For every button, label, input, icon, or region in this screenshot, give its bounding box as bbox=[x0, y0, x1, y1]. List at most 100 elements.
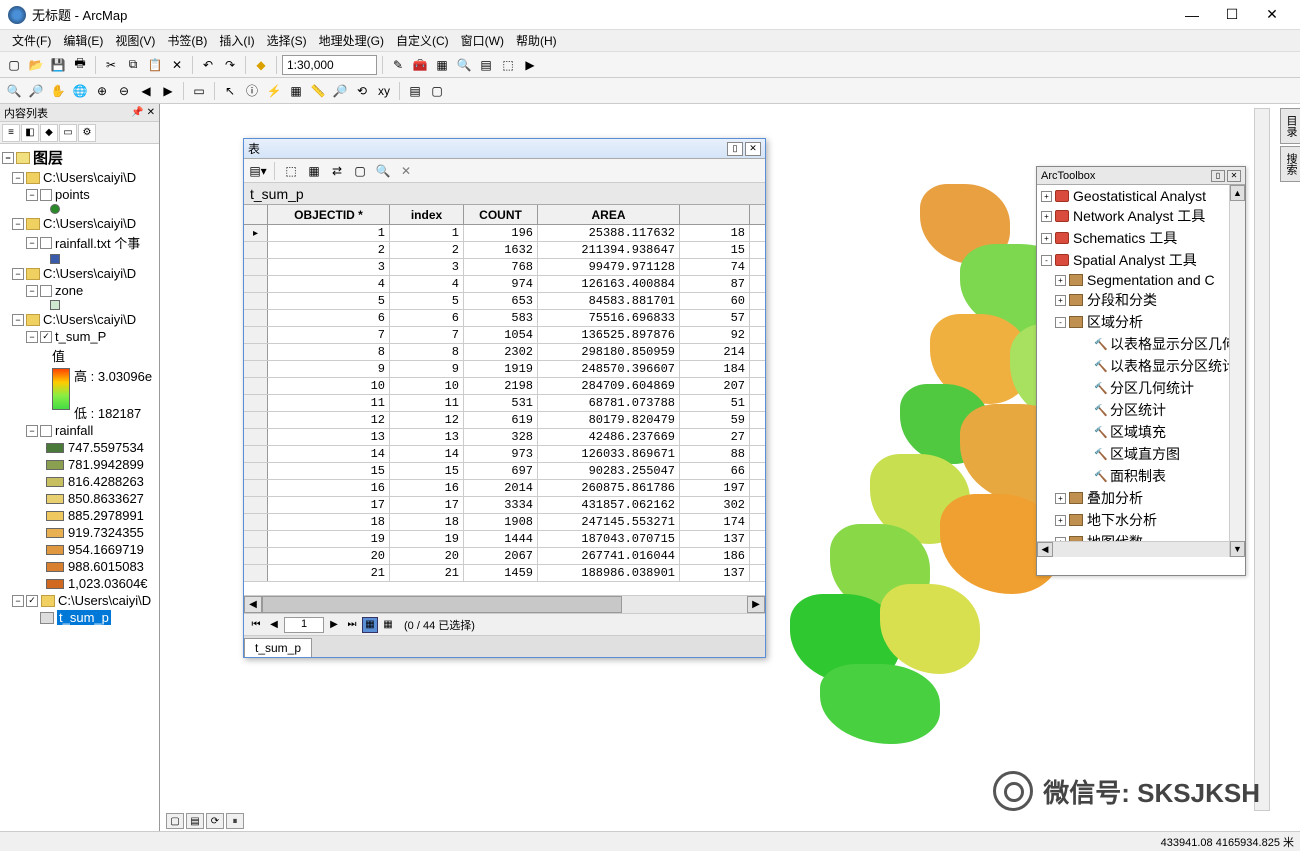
save-icon[interactable]: 💾 bbox=[48, 55, 68, 75]
arctoolbox-vscroll[interactable]: ▲ ▼ bbox=[1229, 185, 1245, 557]
fixed-zoomin-icon[interactable]: ⊕ bbox=[92, 81, 112, 101]
map-vscroll[interactable] bbox=[1254, 108, 1270, 811]
nav-showall-icon[interactable]: ▦ bbox=[362, 617, 378, 633]
toc-item[interactable]: −rainfall.txt 个事 bbox=[2, 232, 157, 253]
table-row[interactable]: 882302298180.850959214 bbox=[244, 344, 765, 361]
toolbox-node[interactable]: 🔨区域填充 bbox=[1039, 421, 1243, 443]
table-grid[interactable]: OBJECTID * index COUNT AREA ▸1119625388.… bbox=[244, 205, 765, 595]
hscroll-left-icon[interactable]: ◀ bbox=[244, 596, 262, 613]
measure-icon[interactable]: 📏 bbox=[308, 81, 328, 101]
modelbuilder-icon[interactable]: ⬚ bbox=[498, 55, 518, 75]
menu-item[interactable]: 自定义(C) bbox=[390, 30, 455, 51]
table-hscroll[interactable]: ◀ ▶ bbox=[244, 595, 765, 613]
nav-page-input[interactable]: 1 bbox=[284, 617, 324, 633]
toc-item[interactable]: −✓C:\Users\caiyi\D bbox=[2, 592, 157, 609]
search-icon[interactable]: 🔍 bbox=[454, 55, 474, 75]
identify-icon[interactable]: ⓘ bbox=[242, 81, 262, 101]
table-row[interactable]: 1414973126033.86967188 bbox=[244, 446, 765, 463]
toc-item[interactable]: 954.1669719 bbox=[2, 541, 157, 558]
new-icon[interactable]: ▢ bbox=[4, 55, 24, 75]
redo-icon[interactable]: ↷ bbox=[220, 55, 240, 75]
minimize-button[interactable]: — bbox=[1172, 1, 1212, 29]
hscroll-right-icon[interactable]: ▶ bbox=[747, 596, 765, 613]
col-area[interactable]: AREA bbox=[538, 205, 680, 224]
toc-tab-options[interactable]: ⚙ bbox=[78, 124, 96, 142]
table-row[interactable]: 20202067267741.016044186 bbox=[244, 548, 765, 565]
toolbox-node[interactable]: +Network Analyst 工具 bbox=[1039, 205, 1243, 227]
paste-icon[interactable]: 📋 bbox=[145, 55, 165, 75]
table-zoomsel-icon[interactable]: 🔍 bbox=[373, 161, 393, 181]
table-row[interactable]: 6658375516.69683357 bbox=[244, 310, 765, 327]
scale-input[interactable]: 1:30,000 bbox=[282, 55, 377, 75]
python-icon[interactable]: ▤ bbox=[476, 55, 496, 75]
toc-tree[interactable]: −图层−C:\Users\caiyi\D−points−C:\Users\cai… bbox=[0, 144, 159, 831]
table-row[interactable]: 3376899479.97112874 bbox=[244, 259, 765, 276]
toc-tab-visibility[interactable]: ◆ bbox=[40, 124, 58, 142]
pin-icon[interactable]: 📌 ✕ bbox=[131, 107, 155, 118]
table-titlebar[interactable]: 表 ▯ ✕ bbox=[244, 139, 765, 159]
next-extent-icon[interactable]: ▶ bbox=[158, 81, 178, 101]
prev-extent-icon[interactable]: ◀ bbox=[136, 81, 156, 101]
fixed-zoomout-icon[interactable]: ⊖ bbox=[114, 81, 134, 101]
nav-last-icon[interactable]: ⏭ bbox=[344, 617, 360, 633]
nav-first-icon[interactable]: ⏮ bbox=[248, 617, 264, 633]
nav-prev-icon[interactable]: ◀ bbox=[266, 617, 282, 633]
toc-item[interactable]: 816.4288263 bbox=[2, 473, 157, 490]
table-related-icon[interactable]: ⬚ bbox=[281, 161, 301, 181]
toc-item[interactable] bbox=[2, 253, 157, 265]
zoom-in-icon[interactable]: 🔍 bbox=[4, 81, 24, 101]
print-icon[interactable]: 🖶 bbox=[70, 55, 90, 75]
table-restore-icon[interactable]: ▯ bbox=[727, 142, 743, 156]
refresh-icon[interactable]: ⟳ bbox=[206, 813, 224, 829]
toolbox-node[interactable]: 🔨分区统计 bbox=[1039, 399, 1243, 421]
table-row[interactable]: 19191444187043.070715137 bbox=[244, 531, 765, 548]
table-tab-tsump[interactable]: t_sum_p bbox=[244, 638, 312, 657]
table-row[interactable]: 5565384583.88170160 bbox=[244, 293, 765, 310]
pan-icon[interactable]: ✋ bbox=[48, 81, 68, 101]
find-icon[interactable]: 🔎 bbox=[330, 81, 350, 101]
table-selectbyattr-icon[interactable]: ▦ bbox=[304, 161, 324, 181]
toolbox-node[interactable]: 🔨分区几何统计 bbox=[1039, 377, 1243, 399]
toolbox-node[interactable]: +Geostatistical Analyst bbox=[1039, 187, 1243, 205]
toc-item[interactable] bbox=[2, 203, 157, 215]
menu-item[interactable]: 视图(V) bbox=[109, 30, 161, 51]
editor-toolbar-icon[interactable]: ✎ bbox=[388, 55, 408, 75]
toc-item[interactable]: −rainfall bbox=[2, 422, 157, 439]
toc-item[interactable] bbox=[2, 299, 157, 311]
toolbox-node[interactable]: +叠加分析 bbox=[1039, 487, 1243, 509]
toc-item[interactable]: 850.8633627 bbox=[2, 490, 157, 507]
toc-item[interactable]: −points bbox=[2, 186, 157, 203]
toc-item[interactable]: 1,023.03604€ bbox=[2, 575, 157, 592]
toolbox-icon[interactable]: 🧰 bbox=[410, 55, 430, 75]
vscroll-down-icon[interactable]: ▼ bbox=[1230, 541, 1245, 557]
toc-tab-selection[interactable]: ▭ bbox=[59, 124, 77, 142]
table-row[interactable]: 17173334431857.062162302 bbox=[244, 497, 765, 514]
arctoolbox-restore-icon[interactable]: ▯ bbox=[1211, 170, 1225, 182]
col-count[interactable]: COUNT bbox=[464, 205, 538, 224]
table-row[interactable]: 111153168781.07378851 bbox=[244, 395, 765, 412]
toc-item[interactable]: 值 bbox=[2, 345, 157, 366]
toolbox-node[interactable]: 🔨以表格显示分区几何 bbox=[1039, 333, 1243, 355]
maximize-button[interactable]: ☐ bbox=[1212, 1, 1252, 29]
table-row[interactable]: 771054136525.89787692 bbox=[244, 327, 765, 344]
toc-item[interactable]: 781.9942899 bbox=[2, 456, 157, 473]
viewer-icon[interactable]: ▢ bbox=[427, 81, 447, 101]
delete-icon[interactable]: ✕ bbox=[167, 55, 187, 75]
arctoolbox-hscroll[interactable]: ◀ ▶ bbox=[1037, 541, 1245, 557]
layout-view-tab[interactable]: ▤ bbox=[186, 813, 204, 829]
undo-icon[interactable]: ↶ bbox=[198, 55, 218, 75]
toc-item[interactable]: 747.5597534 bbox=[2, 439, 157, 456]
menu-item[interactable]: 地理处理(G) bbox=[313, 30, 390, 51]
table-row[interactable]: 131332842486.23766927 bbox=[244, 429, 765, 446]
hyperlink-icon[interactable]: ⚡ bbox=[264, 81, 284, 101]
table-row[interactable]: 21211459188986.038901137 bbox=[244, 565, 765, 582]
full-extent-icon[interactable]: 🌐 bbox=[70, 81, 90, 101]
table-row[interactable]: ▸1119625388.11763218 bbox=[244, 225, 765, 242]
table-row[interactable]: 121261980179.82047959 bbox=[244, 412, 765, 429]
timeslider-icon[interactable]: ▶ bbox=[520, 55, 540, 75]
table-row[interactable]: 151569790283.25504766 bbox=[244, 463, 765, 480]
table-clearsel-icon[interactable]: ▢ bbox=[350, 161, 370, 181]
toolbox-node[interactable]: 🔨区域直方图 bbox=[1039, 443, 1243, 465]
htmlview-icon[interactable]: ▦ bbox=[286, 81, 306, 101]
catalog-icon[interactable]: ▦ bbox=[432, 55, 452, 75]
